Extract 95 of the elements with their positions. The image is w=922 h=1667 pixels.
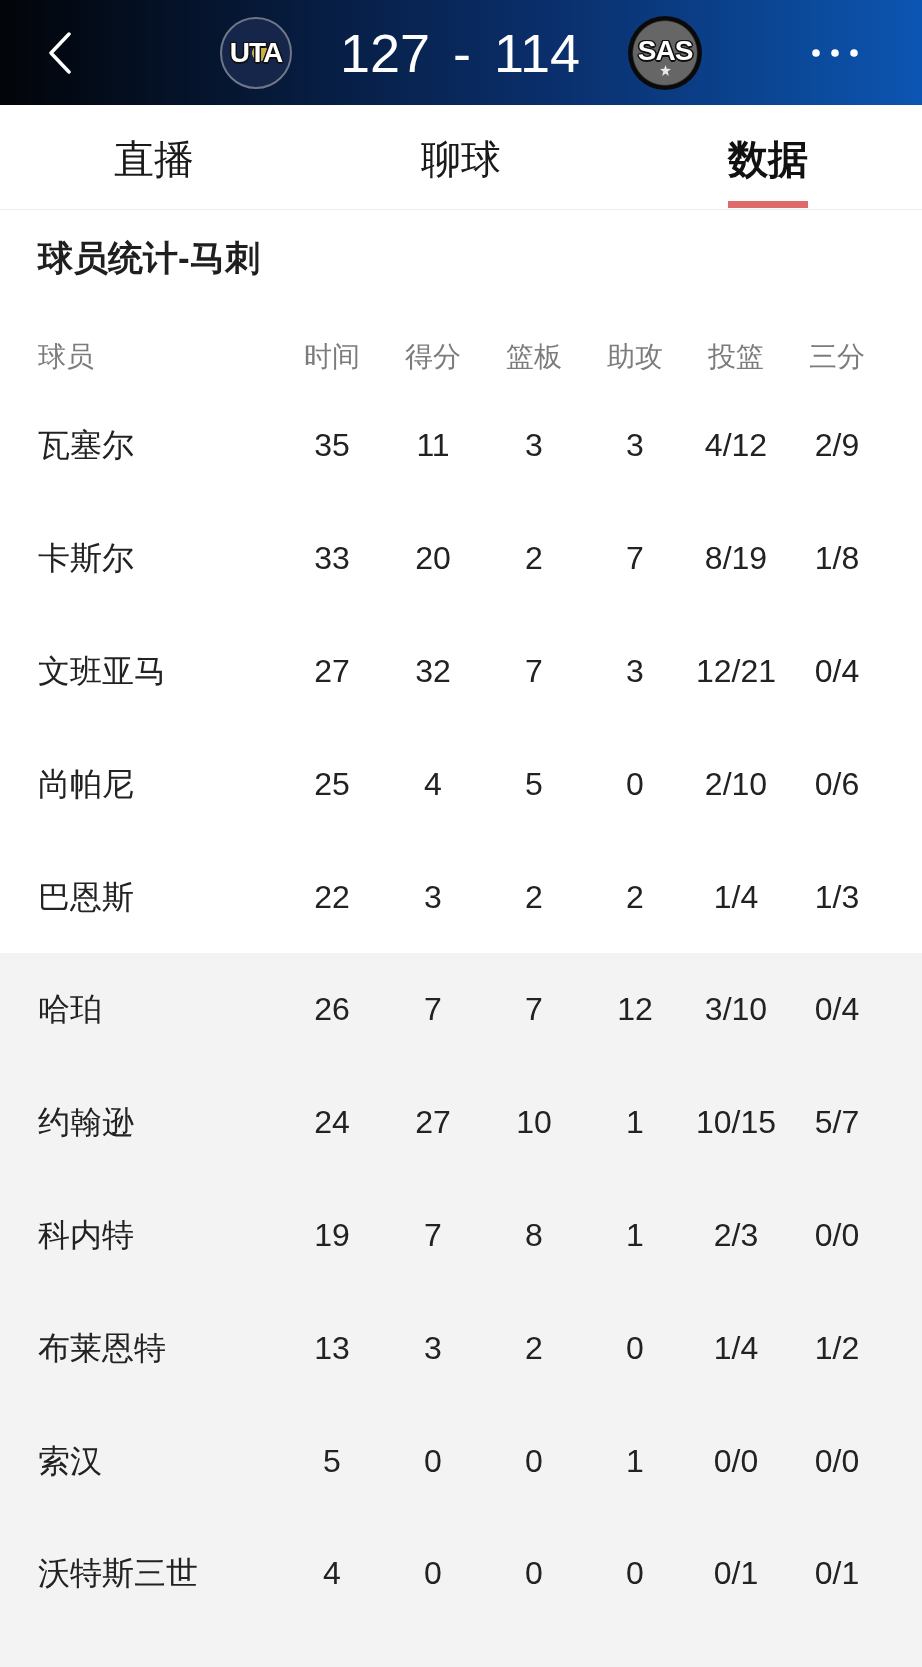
stat-cell: 3 <box>626 652 644 690</box>
stat-cell: 2/3 <box>713 1215 759 1254</box>
column-header: 时间 <box>304 339 360 374</box>
player-name: 卡斯尔 <box>38 539 134 578</box>
stat-cell: 1 <box>626 1441 644 1480</box>
stat-cell: 2 <box>626 877 644 916</box>
stat-cell: 27 <box>415 1103 451 1142</box>
chevron-left-icon <box>48 31 72 74</box>
column-header: 球员 <box>38 339 94 374</box>
stat-cell: 27 <box>314 652 350 690</box>
section-title: 球员统计-马刺 <box>38 238 260 277</box>
stat-cell: 4/12 <box>704 426 768 465</box>
stat-cell: 1/3 <box>814 877 860 916</box>
stat-cell: 0/4 <box>814 652 860 690</box>
stat-cell: 0 <box>424 1554 442 1593</box>
stat-cell: 11 <box>416 426 450 465</box>
stat-cell: 26 <box>314 990 350 1029</box>
stat-cell: 2/10 <box>704 764 768 803</box>
player-name: 约翰逊 <box>38 1103 134 1142</box>
column-header: 助攻 <box>607 339 663 374</box>
stat-cell: 7 <box>626 539 644 578</box>
stat-cell: 2 <box>525 877 543 916</box>
stat-cell: 1/8 <box>814 539 860 578</box>
more-icon <box>812 48 858 57</box>
more-button[interactable] <box>812 48 858 57</box>
stat-cell: 0/0 <box>814 1215 860 1254</box>
stat-cell: 2 <box>525 539 543 578</box>
stat-cell: 3 <box>626 426 644 465</box>
player-name: 沃特斯三世 <box>38 1554 198 1593</box>
player-name: 尚帕尼 <box>38 764 134 803</box>
team-abbreviation: SAS <box>637 37 693 65</box>
star-icon <box>659 65 671 76</box>
stat-cell: 10/15 <box>695 1103 777 1142</box>
stat-cell: 10 <box>516 1103 552 1142</box>
stat-cell: 0 <box>626 1328 644 1367</box>
player-name: 布莱恩特 <box>38 1328 166 1367</box>
stat-cell: 0/0 <box>814 1441 860 1480</box>
player-name: 瓦塞尔 <box>38 426 134 465</box>
stat-cell: 5 <box>323 1441 341 1480</box>
stat-cell: 3 <box>424 1328 442 1367</box>
stat-cell: 24 <box>314 1103 350 1142</box>
stat-cell: 0 <box>525 1441 543 1480</box>
stat-cell: 19 <box>314 1215 350 1254</box>
stat-cell: 22 <box>314 877 350 916</box>
stat-cell: 35 <box>314 426 350 465</box>
stat-cell: 3 <box>525 426 543 465</box>
stat-cell: 1/2 <box>814 1328 860 1367</box>
stat-cell: 0/1 <box>814 1554 860 1593</box>
stat-cell: 33 <box>314 539 350 578</box>
stat-cell: 7 <box>424 1215 442 1254</box>
stat-cell: 7 <box>424 990 442 1029</box>
stat-cell: 20 <box>415 539 451 578</box>
stat-cell: 5 <box>525 764 543 803</box>
stat-cell: 1/4 <box>713 1328 759 1367</box>
stat-cell: 3/10 <box>704 990 768 1029</box>
stat-cell: 0 <box>626 1554 644 1593</box>
stat-cell: 0 <box>525 1554 543 1593</box>
player-name: 文班亚马 <box>38 652 166 690</box>
column-header: 得分 <box>405 339 461 374</box>
player-name: 巴恩斯 <box>38 877 134 916</box>
tab[interactable]: 聊球 <box>421 135 501 208</box>
stat-cell: 1 <box>626 1215 644 1254</box>
column-header: 投篮 <box>708 339 764 374</box>
stat-cell: 12 <box>617 990 653 1029</box>
tab[interactable]: 数据 <box>728 135 809 208</box>
back-button[interactable] <box>48 31 72 74</box>
stat-cell: 1 <box>626 1103 644 1142</box>
column-header: 三分 <box>809 339 865 374</box>
tab[interactable]: 直播 <box>113 135 194 208</box>
column-header: 篮板 <box>506 339 562 374</box>
stat-cell: 5/7 <box>814 1103 860 1142</box>
stat-cell: 25 <box>314 764 350 803</box>
stat-cell: 8/19 <box>704 539 768 578</box>
stat-cell: 0/4 <box>814 990 860 1029</box>
player-name: 科内特 <box>38 1215 134 1254</box>
player-name: 索汉 <box>38 1441 102 1480</box>
stat-cell: 8 <box>525 1215 543 1254</box>
stat-cell: 13 <box>314 1328 350 1367</box>
stat-cell: 3 <box>424 877 442 916</box>
stat-cell: 32 <box>415 652 451 690</box>
stat-cell: 4 <box>323 1554 341 1593</box>
stat-cell: 0/6 <box>814 764 860 803</box>
stat-cell: 0/0 <box>713 1441 759 1480</box>
stat-cell: 4 <box>424 764 442 803</box>
stat-cell: 0 <box>424 1441 442 1480</box>
stat-cell: 12/21 <box>695 652 777 690</box>
stat-cell: 2/9 <box>814 426 860 465</box>
score: 127 - 114 <box>339 22 581 83</box>
stat-cell: 1/4 <box>713 877 759 916</box>
stat-cell: 0 <box>626 764 644 803</box>
player-name: 哈珀 <box>38 990 102 1029</box>
stat-cell: 7 <box>525 652 543 690</box>
stat-cell: 2 <box>525 1328 543 1367</box>
stat-cell: 7 <box>525 990 543 1029</box>
stat-cell: 0/1 <box>713 1554 759 1593</box>
